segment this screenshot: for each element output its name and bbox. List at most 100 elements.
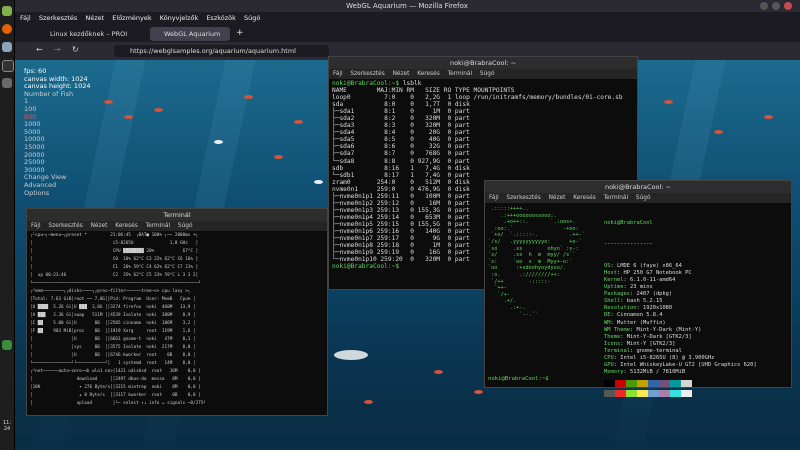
terminal-neofetch[interactable]: noki@BrabraCool: ~ Fájl Szerkesztés Néze… [484,180,792,398]
lsblk-row: zram0 254:0 0 512M 0 disk [332,178,470,186]
neofetch-logo: .:::::++++.. .:+++oooooossooo:. .+o++::.… [485,205,609,319]
options-button[interactable]: Options [24,189,90,198]
color-swatch [615,390,626,398]
menu-edit[interactable]: Szerkesztés [506,195,540,201]
fish [434,370,443,374]
menu-terminal[interactable]: Terminál [448,71,473,77]
settings-icon[interactable] [2,78,12,88]
command: lsblk [402,80,422,87]
menu-view[interactable]: Nézet [549,195,566,201]
menu-help[interactable]: Súgó [636,195,651,201]
menu-search[interactable]: Keresés [115,223,138,229]
info-row: Kernel: 6.1.0-11-amd64 [604,276,676,283]
menu-file[interactable]: Fájl [333,71,343,77]
color-palette [604,380,792,400]
terminal-title: noki@BrabraCool: ~ [485,181,791,193]
btop-line: │C ██ 5.00 Gi│U 0B ││2505 cinnamo noki 1… [30,321,196,326]
menu-view[interactable]: Nézet [91,223,108,229]
files-icon[interactable] [2,42,12,52]
btop-line: │ CPU ████████ 20% 67°C │ [30,249,199,254]
btop-line: │U ████ 5.26 Gi│U ███ 2,8G ││3274 firefo… [30,305,196,310]
trash-icon[interactable] [2,340,12,350]
menu-search[interactable]: Keresés [417,71,440,77]
info-key: Terminal [604,347,630,354]
fish [104,100,113,104]
lsblk-row: ├─sda7 8:7 0 768G 0 part [332,150,470,158]
lsblk-row: loop0 7:0 0 2,2G 1 loop /run/initramfs/m… [332,94,623,102]
info-row: Host: HP 250 G7 Notebook PC [604,269,692,276]
logo-line: `++- [488,285,507,292]
info-value: Mint-Y-Dark [GTK2/3] [626,333,692,340]
url-bar[interactable]: https://webglsamples.org/aquarium/aquari… [114,45,329,57]
menu-icon[interactable] [2,6,12,16]
minimize-button[interactable] [760,2,768,10]
terminal-prompt: noki@BrabraCool:~$ [485,375,555,384]
menu-history[interactable]: Előzmények [112,14,151,22]
lsblk-header: NAME MAJ:MIN RM SIZE RO TYPE MOUNTPOINTS [332,87,515,95]
menu-file[interactable]: Fájl [20,14,31,22]
info-row: Icons: Mint-Y [GTK2/3] [604,340,676,347]
info-key: Kernel [604,276,624,283]
menu-edit[interactable]: Szerkesztés [48,223,82,229]
tab-linux[interactable]: Linux kezdőknek – PROI [36,27,146,41]
maximize-button[interactable] [772,2,780,10]
menu-help[interactable]: Súgó [480,71,495,77]
window-title: WebGL Aquarium — Mozilla Firefox [14,0,800,12]
btop-line: │A ███ 2.36 Gi│swap 511M ││4539 Isolate … [30,313,196,318]
info-value: Mutter (Muffin) [617,319,666,326]
menu-view[interactable]: Nézet [393,71,410,77]
menu-edit[interactable]: Szerkesztés [350,71,384,77]
menu-bookmarks[interactable]: Könyvjelzők [160,14,199,22]
new-tab-icon[interactable]: + [236,28,244,38]
btop-line: │ │U 0B ││6746 kworker root 0B 0,0 │ [30,353,196,358]
terminal-btop[interactable]: Terminál Fájl Szerkesztés Nézet Keresés … [26,208,328,416]
lsblk-row: ├─nvme0n1p1 259:11 0 100M 0 part [332,192,470,200]
info-value: 6.1.0-11-amd64 [629,276,676,283]
menu-help[interactable]: Súgó [178,223,193,229]
firefox-icon[interactable] [2,24,12,34]
info-key: Theme [604,333,621,340]
info-value: Mint-Y-Dark (Mint-Y) [636,326,702,333]
menu-bar: Fájl Szerkesztés Nézet Előzmények Könyvj… [14,12,800,24]
logo-line: `oo :+sdoohyoydyso/. [488,265,567,272]
logo-line: `so .ss ohyo` :s-: [488,245,579,252]
menu-terminal[interactable]: Terminál [604,195,629,201]
btop-line: │ C0 18% 62°C C3 22% 62°C C6 16% │ [30,257,199,262]
color-swatch [604,380,615,388]
terminal-icon[interactable] [2,60,14,72]
forward-icon[interactable]: → [54,45,61,54]
close-button[interactable] [784,2,792,10]
logo-line: .+o++::. `.:oos+. [488,219,576,226]
lsblk-row: ├─nvme0n1p4 259:14 0 653M 0 part [332,213,470,221]
terminal-menu: Fájl Szerkesztés Nézet Keresés Terminál … [27,221,327,231]
color-swatch [637,390,648,398]
logo-line: :oo:.` -+oo: [488,225,579,232]
menu-file[interactable]: Fájl [489,195,499,201]
menu-view[interactable]: Nézet [85,14,104,22]
fish [154,108,163,112]
info-row: Shell: bash 5.2.15 [604,298,663,305]
info-key: Packages [604,291,630,298]
lsblk-row: ├─nvme0n1p3 259:13 0 155,3G 0 part [332,206,470,214]
color-swatch [670,380,681,388]
tab-aquarium[interactable]: WebGL Aquarium [150,27,230,41]
info-value: 2407 (dpkg) [636,291,673,298]
lsblk-row: └─sda8 8:8 0 927,9G 0 part [332,157,470,165]
menu-file[interactable]: Fájl [31,223,41,229]
aquarium-stats: fps: 60 canvas width: 1024 canvas height… [24,67,90,198]
menu-terminal[interactable]: Terminál [146,223,171,229]
info-key: Host [604,269,617,276]
menu-tools[interactable]: Eszközök [206,14,236,22]
logo-line: `/+- [488,291,510,298]
tab-strip: Linux kezdőknek – PROI WebGL Aquarium + [14,24,800,42]
lsblk-row: ├─nvme0n1p2 259:12 0 16M 0 part [332,199,470,207]
fish [714,130,723,134]
neofetch-separator: --------------- [604,241,653,248]
reload-icon[interactable]: ↻ [72,45,79,54]
menu-help[interactable]: Súgó [244,14,260,22]
color-swatch [626,390,637,398]
menu-edit[interactable]: Szerkesztés [39,14,77,22]
menu-search[interactable]: Keresés [573,195,596,201]
logo-line: .:+-. [488,304,526,311]
back-icon[interactable]: ← [36,45,43,54]
